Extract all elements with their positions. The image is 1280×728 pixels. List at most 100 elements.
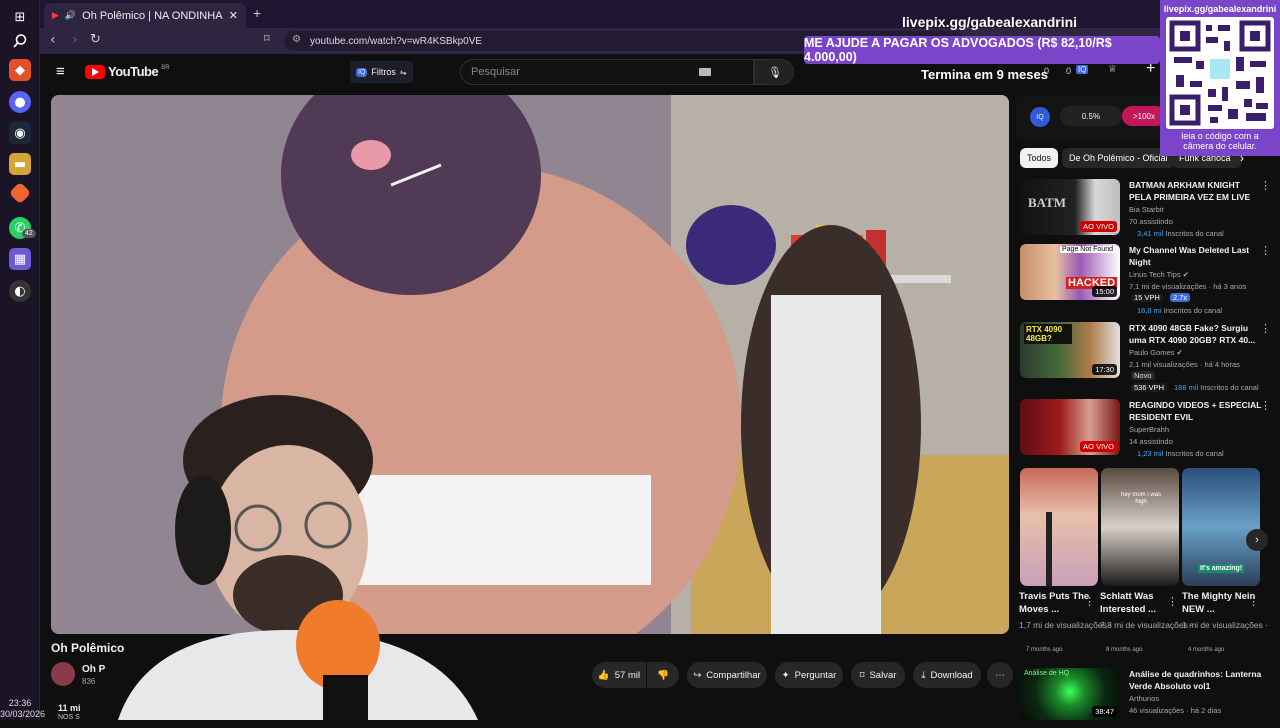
recommendation-item[interactable]: AO VIVO REAGINDO VIDEOS + ESPECIAL RESID… xyxy=(1020,399,1278,459)
sliders-icon: ⇋ xyxy=(399,67,407,77)
live-badge: AO VIVO xyxy=(1080,221,1117,232)
rec-menu-icon[interactable]: ⋮ xyxy=(1260,399,1271,412)
recommendation-item[interactable]: BATM AO VIVO BATMAN ARKHAM KNIGHT PELA P… xyxy=(1020,179,1278,239)
filter-label: Filtros xyxy=(371,67,396,77)
gg-app-icon[interactable]: ▦ xyxy=(9,248,31,270)
verified-icon: ✔ xyxy=(1176,348,1183,357)
steam-icon[interactable]: ◉ xyxy=(9,122,31,144)
short-thumbnail[interactable]: It's amazing! xyxy=(1182,468,1260,586)
vph-badge: 536 VPH xyxy=(1131,383,1168,392)
keyboard-icon[interactable] xyxy=(699,68,711,76)
more-icon: ⋯ xyxy=(995,669,1005,681)
short-views: 1,7 mi de visualizações · xyxy=(1019,620,1113,630)
duration-badge: 38:47 xyxy=(1092,706,1117,717)
thumb-caption: Page Not Found xyxy=(1060,246,1115,253)
region-code: BR xyxy=(161,64,170,71)
share-button[interactable]: ↪ Compartilhar xyxy=(687,662,767,688)
rec-channel: Arthurios xyxy=(1129,694,1160,703)
donation-goal-banner: ME AJUDE A PAGAR OS ADVOGADOS (R$ 82,10/… xyxy=(804,36,1160,64)
browser-tab-active[interactable]: ▶ 🔊 Oh Polêmico | NA ONDINHA ✕ xyxy=(44,3,246,28)
recommendation-item[interactable]: RTX 4090 48GB? 17:30 RTX 4090 48GB Fake?… xyxy=(1020,322,1278,392)
windows-start-icon[interactable]: ⊞ xyxy=(9,6,31,28)
rec-menu-icon[interactable]: ⋮ xyxy=(1260,322,1271,335)
thumbnail[interactable]: AO VIVO xyxy=(1020,399,1120,455)
pix-url-overlay: livepix.gg/gabealexandrini xyxy=(902,14,1078,30)
rec-channel: SuperBrahh xyxy=(1129,425,1170,434)
iq-ext-icon[interactable]: IQ xyxy=(1076,65,1089,74)
short-menu-icon[interactable]: ⋮ xyxy=(1248,595,1259,608)
rec-title: RTX 4090 48GB Fake? Surgiu uma RTX 4090 … xyxy=(1129,323,1256,345)
bookmark-save-icon: ⌑ xyxy=(859,669,865,681)
rec-menu-icon[interactable]: ⋮ xyxy=(1260,179,1271,192)
live-badge: AO VIVO xyxy=(1080,441,1117,452)
clock-date: 30/03/2026 xyxy=(0,709,46,719)
discord-icon[interactable]: ● xyxy=(9,91,31,113)
iq-widget-icon[interactable]: IQ xyxy=(1030,107,1050,127)
chevron-right-icon: › xyxy=(1255,534,1259,546)
rec-views: 14 assistindo xyxy=(1129,437,1173,446)
dislike-button[interactable]: 👎 xyxy=(647,662,679,688)
menu-icon[interactable]: ≡ xyxy=(56,63,65,80)
whatsapp-badge: 42 xyxy=(22,229,36,238)
short-menu-icon[interactable]: ⋮ xyxy=(1167,595,1178,608)
youtube-logo[interactable]: YouTube BR xyxy=(85,64,170,79)
channel-avatar[interactable] xyxy=(51,662,75,686)
youtube-favicon-icon: ▶ xyxy=(52,10,59,20)
bookmark-icon[interactable]: ⌑ xyxy=(264,32,270,45)
counter-b: 0 xyxy=(1066,66,1072,76)
obs-icon[interactable]: ◐ xyxy=(9,280,31,302)
ask-button[interactable]: ✦ Perguntar xyxy=(775,662,843,688)
trophy-icon[interactable]: ♕ xyxy=(1108,64,1117,75)
recommendation-item[interactable]: Análise de HQ 38:47 Análise de quadrinho… xyxy=(1020,668,1278,728)
thumbnail[interactable]: BATM AO VIVO xyxy=(1020,179,1120,235)
search-icon[interactable] xyxy=(9,30,31,52)
like-button[interactable]: 👍 57 mil xyxy=(592,662,646,688)
chip-todos[interactable]: Todos xyxy=(1020,148,1059,168)
chip-channel[interactable]: De Oh Polêmico - Oficial xyxy=(1062,148,1175,168)
new-tab-icon[interactable]: + xyxy=(253,5,261,21)
more-actions-button[interactable]: ⋯ xyxy=(987,662,1013,688)
short-thumbnail[interactable] xyxy=(1020,468,1098,586)
share-icon: ↪ xyxy=(693,669,702,681)
short-menu-icon[interactable]: ⋮ xyxy=(1084,595,1095,608)
filter-extension-button[interactable]: IQ Filtros ⇋ xyxy=(350,61,413,83)
batman-logo: BATM xyxy=(1028,195,1067,210)
search-input[interactable]: Pesquisar xyxy=(460,59,754,85)
reload-icon[interactable]: ↻ xyxy=(90,32,101,47)
audio-playing-icon[interactable]: 🔊 xyxy=(65,11,76,21)
shorts-next-button[interactable]: › xyxy=(1246,529,1268,551)
back-icon[interactable]: ‹ xyxy=(50,32,56,48)
vph-badge: 15 VPH xyxy=(1131,293,1163,302)
rec-title: My Channel Was Deleted Last Night xyxy=(1129,245,1250,267)
youtube-logo-icon xyxy=(85,64,105,79)
brave-browser-icon[interactable]: ◆ xyxy=(9,59,31,81)
channel-subs: 836 xyxy=(82,677,96,686)
rec-channel: Linus Tech Tips ✔ xyxy=(1129,270,1189,279)
thumbnail[interactable]: Page Not Found HACKED 15:00 xyxy=(1020,244,1120,300)
download-icon: ⤓ xyxy=(921,669,926,681)
forward-icon[interactable]: › xyxy=(72,32,78,48)
site-settings-icon[interactable]: ⚙ xyxy=(292,34,301,45)
percent-pill: 0.5% xyxy=(1060,106,1122,126)
rec-subs-num: 16,8 mi xyxy=(1137,306,1162,315)
voice-search-button[interactable]: 🎙 xyxy=(762,59,788,85)
qr-caption-line-1: leia o código com a xyxy=(1181,131,1259,141)
close-tab-icon[interactable]: ✕ xyxy=(229,9,238,22)
rec-title: BATMAN ARKHAM KNIGHT PELA PRIMEIRA VEZ E… xyxy=(1129,180,1251,202)
recommendations-sidebar: IQ 0.5% >100x Todos De Oh Polêmico - Ofi… xyxy=(1016,95,1280,720)
file-explorer-icon[interactable]: ▬ xyxy=(9,153,31,175)
rec-views: 46 visualizações · há 2 dias xyxy=(1129,706,1222,715)
download-button[interactable]: ⤓ Download xyxy=(913,662,981,688)
thumbnail[interactable]: RTX 4090 48GB? 17:30 xyxy=(1020,322,1120,378)
recommendation-item[interactable]: Page Not Found HACKED 15:00 My Channel W… xyxy=(1020,244,1278,315)
channel-name[interactable]: Oh P xyxy=(82,664,105,675)
rec-menu-icon[interactable]: ⋮ xyxy=(1260,244,1271,257)
git-icon[interactable] xyxy=(8,181,32,205)
rec-subs-label: Inscritos do canal xyxy=(1165,449,1224,458)
short-thumbnail[interactable]: hey mom i was high xyxy=(1101,468,1179,586)
thumbnail[interactable]: Análise de HQ 38:47 xyxy=(1020,668,1120,720)
video-views: 11 mi xyxy=(58,703,81,713)
rec-views: 2,1 mil visualizações · há 4 horas xyxy=(1129,360,1240,369)
save-button[interactable]: ⌑ Salvar xyxy=(851,662,905,688)
microphone-icon: 🎙 xyxy=(768,65,782,79)
